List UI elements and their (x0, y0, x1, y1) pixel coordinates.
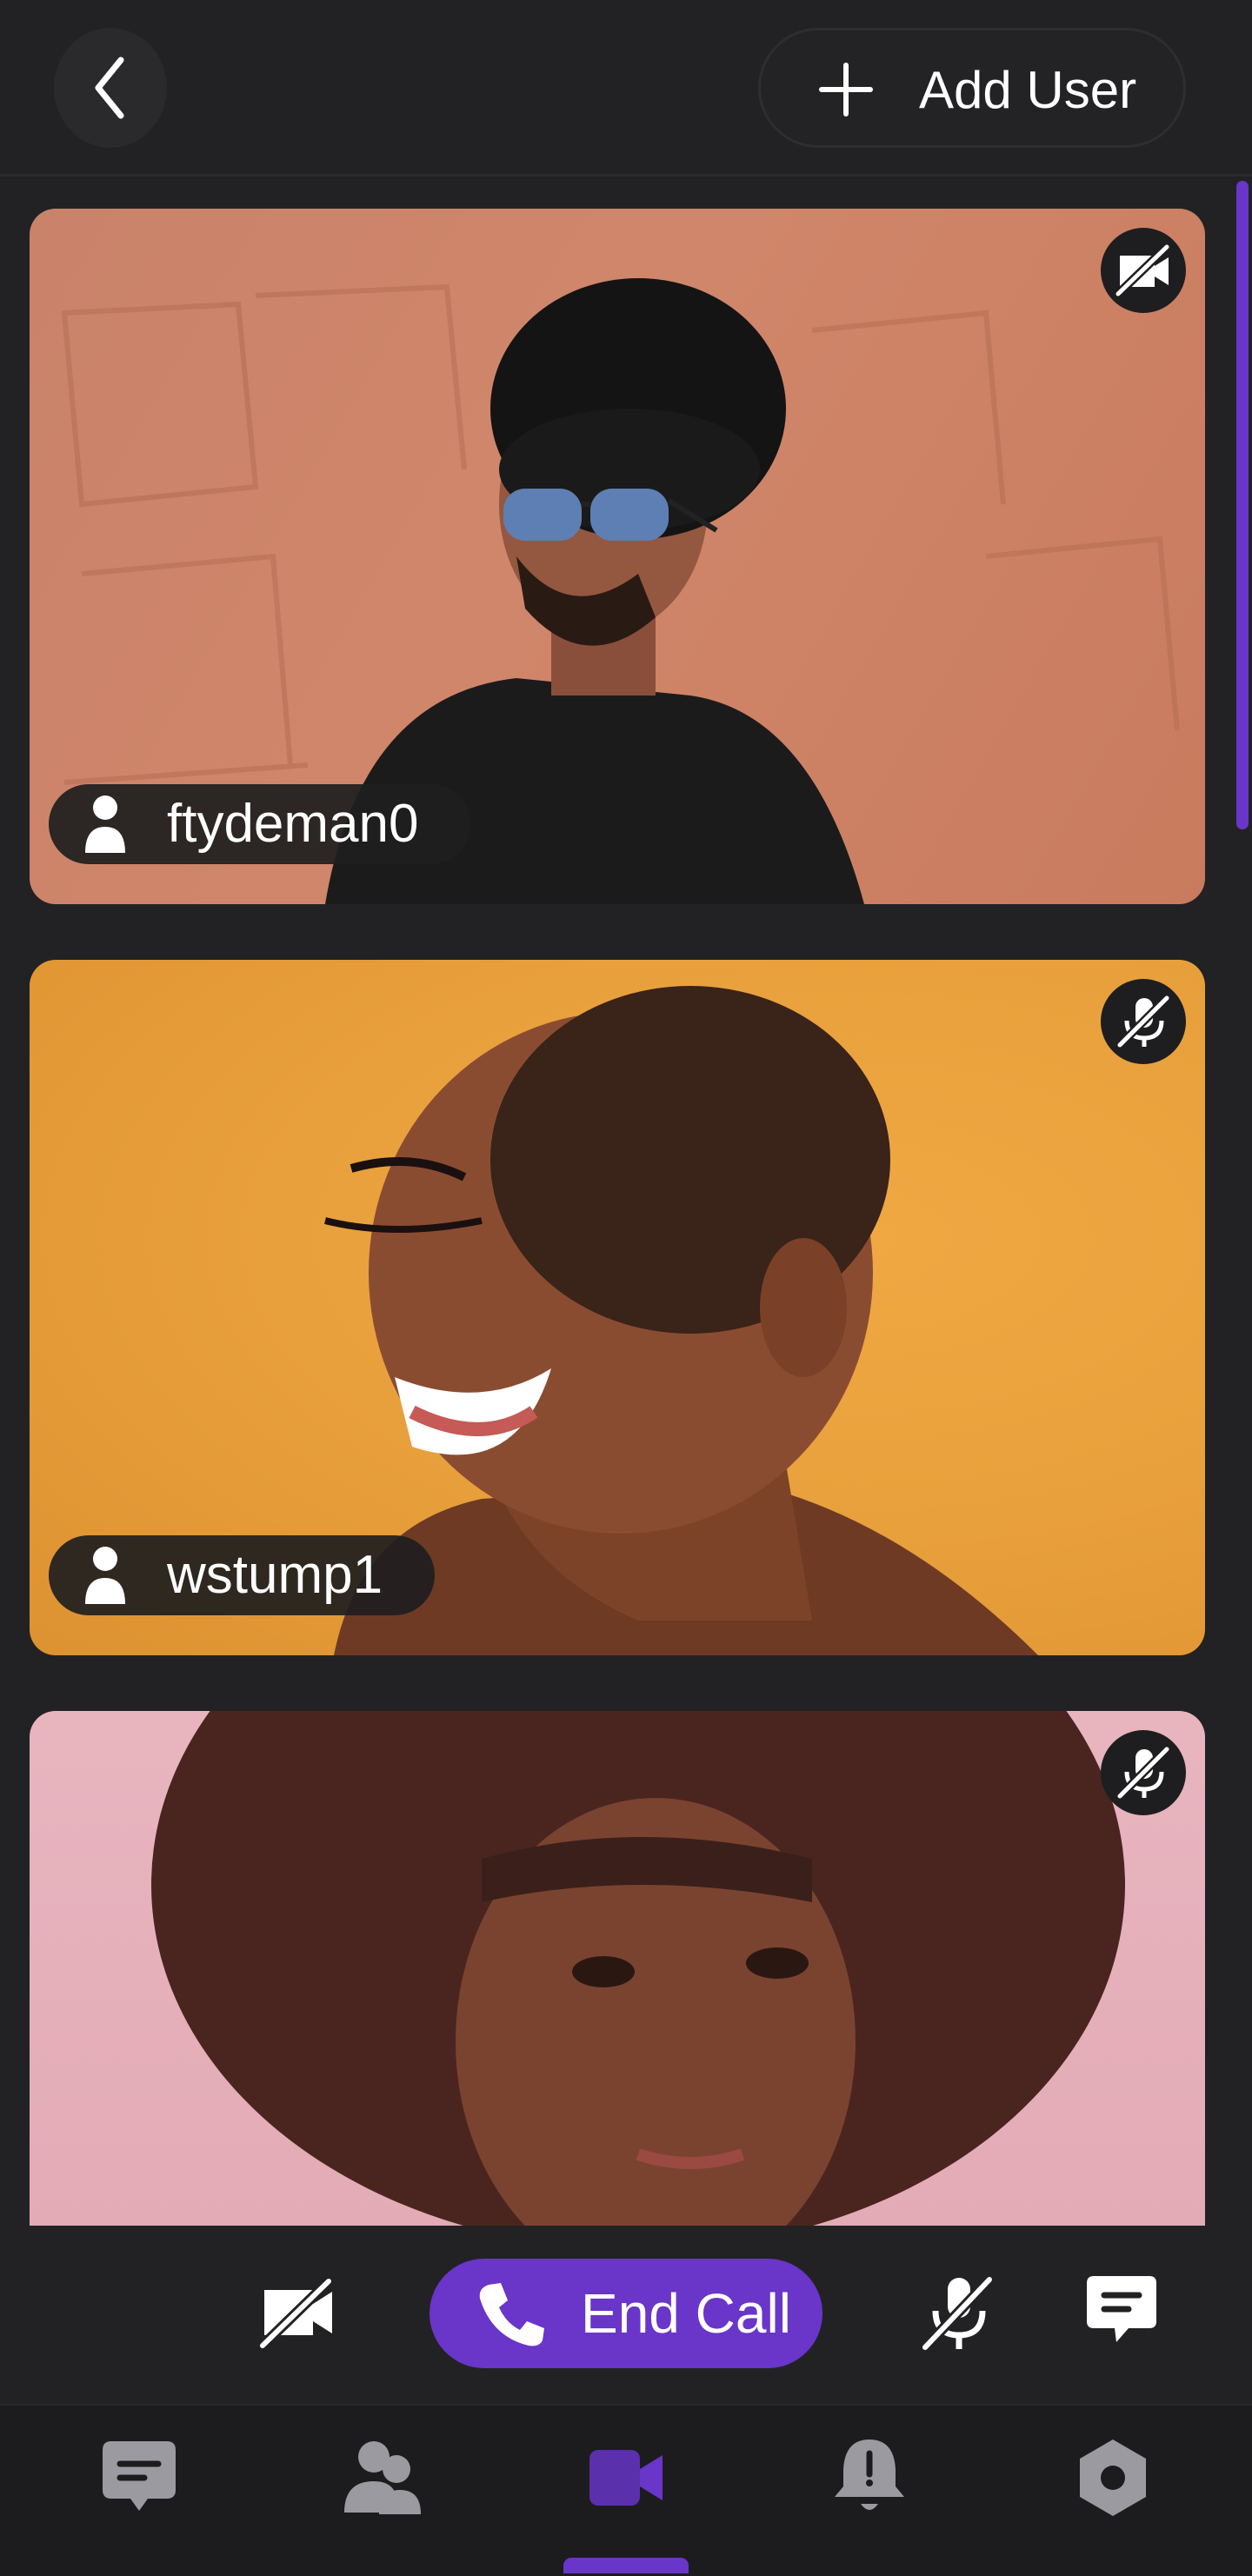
microphone-off-badge (1101, 979, 1186, 1064)
participant-tile[interactable]: ftydeman0 (30, 209, 1205, 904)
open-chat-button[interactable] (1085, 2273, 1158, 2353)
microphone-off-icon (1116, 995, 1170, 1048)
microphone-off-badge (1101, 1730, 1186, 1815)
settings-icon (1080, 2440, 1146, 2516)
participant-username: ftydeman0 (167, 794, 419, 854)
microphone-off-icon (921, 2275, 994, 2352)
tab-contacts[interactable] (339, 2434, 426, 2521)
plus-icon (819, 63, 873, 116)
participant-name-tag: ftydeman0 (49, 784, 471, 864)
add-user-button[interactable]: Add User (758, 28, 1186, 148)
contacts-icon (344, 2441, 421, 2514)
toggle-camera-button[interactable] (257, 2273, 337, 2357)
participant-tile[interactable] (30, 1711, 1205, 2226)
scrollbar-thumb[interactable] (1236, 181, 1249, 829)
person-icon (85, 795, 125, 853)
messages-icon (103, 2441, 176, 2511)
tab-messages[interactable] (96, 2434, 183, 2521)
microphone-off-icon (1116, 1746, 1170, 1800)
toggle-microphone-button[interactable] (918, 2273, 998, 2357)
top-bar: Add User (0, 0, 1252, 176)
chevron-left-icon (95, 57, 124, 119)
participant-username: wstump1 (167, 1545, 383, 1605)
participant-tile[interactable]: wstump1 (30, 960, 1205, 1655)
notifications-icon (835, 2440, 904, 2510)
tab-notifications[interactable] (826, 2434, 913, 2521)
phone-icon (479, 2283, 544, 2346)
participant-name-tag: wstump1 (49, 1535, 436, 1615)
tab-video[interactable] (583, 2434, 669, 2521)
camera-off-icon (258, 2277, 333, 2350)
back-button[interactable] (54, 28, 167, 148)
add-user-label: Add User (919, 61, 1137, 119)
chat-icon (1087, 2276, 1156, 2342)
camera-off-badge (1101, 228, 1186, 313)
end-call-label: End Call (581, 2282, 791, 2345)
end-call-button[interactable]: End Call (430, 2259, 822, 2368)
tab-settings[interactable] (1069, 2434, 1156, 2521)
video-icon (589, 2450, 663, 2506)
person-icon (85, 1547, 125, 1604)
active-tab-indicator (563, 2558, 689, 2573)
participant-video (151, 1711, 1125, 2226)
camera-off-icon (1115, 243, 1170, 297)
